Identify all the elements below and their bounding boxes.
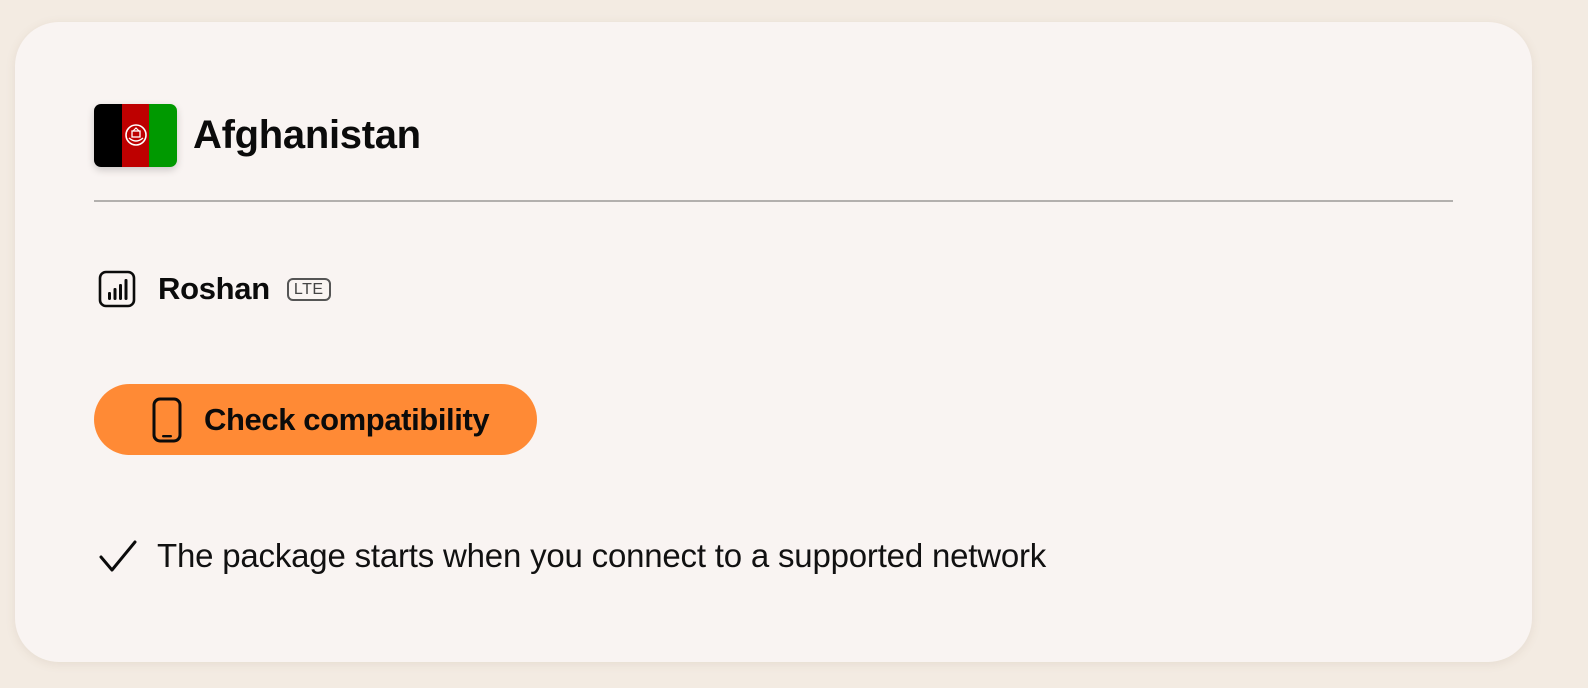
- signal-bars-icon: [98, 270, 136, 308]
- smartphone-icon: [152, 397, 182, 442]
- divider: [94, 200, 1453, 202]
- country-card: Afghanistan Roshan LTE Check compatibili…: [15, 22, 1532, 662]
- check-compatibility-button[interactable]: Check compatibility: [94, 384, 537, 455]
- flag-emblem-icon: [124, 124, 147, 146]
- country-header: Afghanistan: [94, 103, 421, 167]
- checkmark-icon: [99, 540, 137, 572]
- afghanistan-flag-icon: [94, 103, 177, 167]
- check-compatibility-label: Check compatibility: [204, 401, 490, 437]
- info-text: The package starts when you connect to a…: [157, 537, 1047, 574]
- network-row: Roshan LTE: [98, 269, 331, 309]
- network-type-badge: LTE: [286, 277, 331, 301]
- network-name: Roshan: [158, 271, 270, 306]
- country-name: Afghanistan: [193, 112, 421, 157]
- info-row: The package starts when you connect to a…: [99, 535, 1046, 577]
